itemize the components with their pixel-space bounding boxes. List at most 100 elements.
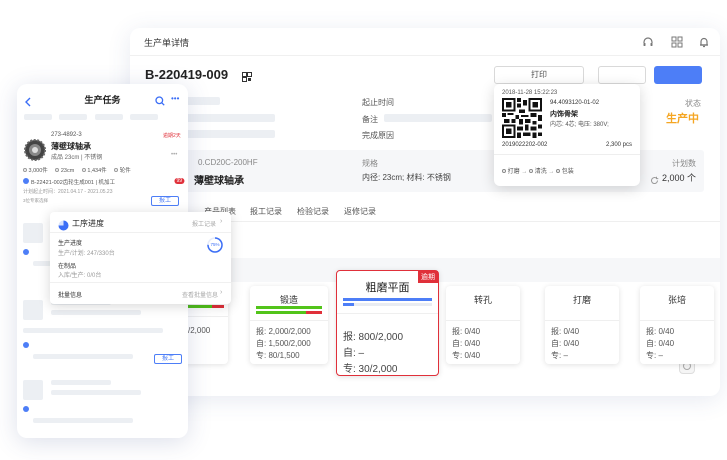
bell-icon[interactable]	[698, 35, 710, 48]
progress-percent: 75%	[210, 242, 220, 247]
task-more-icon[interactable]: •••	[171, 152, 177, 158]
grid-icon[interactable]	[671, 35, 683, 48]
task-sub: 成品 23cm | 不锈钢	[51, 155, 103, 161]
step-card[interactable]: 锻造 报: 2,000/2,000 自: 1,500/2,000 专: 80/1…	[250, 286, 328, 364]
step-progress-red	[212, 305, 224, 308]
step-line: 报: 0/40	[646, 327, 675, 336]
step-name: 张培	[667, 295, 686, 305]
step-progress-bar	[343, 298, 432, 301]
task-overdue: 逾期2天	[163, 133, 181, 139]
list-item[interactable]: 报工	[21, 294, 184, 364]
step-line: 自: 0/40	[551, 339, 580, 348]
qr-code-number: 94.4093120-01-02	[550, 100, 600, 106]
step-card-active[interactable]: 逾期 粗磨平面 报: 800/2,000 自: – 专: 30/2,000	[336, 270, 439, 376]
task-name: 薄壁球轴承	[51, 142, 91, 151]
step-name: 打磨	[572, 295, 591, 305]
window-header: 生产单详情	[130, 28, 720, 56]
tab-inspections[interactable]: 检验记录	[297, 206, 329, 217]
qr-title: 内饰骨架	[550, 111, 578, 118]
bearing-gear-icon	[23, 138, 47, 162]
step-name: 粗磨平面	[365, 282, 410, 294]
primary-button[interactable]	[654, 66, 702, 84]
more-icon[interactable]: •••	[171, 95, 179, 103]
product-code: 0.CD20C-200HF	[198, 158, 258, 167]
wip-value: 入库/生产: 0/0台	[58, 273, 102, 279]
step-line: /2,000	[188, 326, 211, 335]
finish-reason-label: 完成原因	[362, 131, 394, 140]
report-button[interactable]: 报工	[151, 196, 179, 206]
step-line: 专: 0/40	[452, 351, 481, 360]
order-dot-icon	[23, 178, 29, 184]
tab-reports[interactable]: 报工记录	[250, 206, 282, 217]
qr-datetime: 2018-11-28 15:22:23	[502, 90, 558, 96]
qrcode-icon[interactable]	[242, 69, 252, 82]
task-extra: 3位专家选择	[23, 198, 49, 203]
step-name: 转孔	[473, 295, 492, 305]
step-card[interactable]: 打磨 报: 0/40 自: 0/40 专: –	[545, 286, 619, 364]
headset-icon[interactable]	[642, 35, 654, 47]
qr-qty: 2,300 pcs	[606, 142, 633, 148]
secondary-button[interactable]	[598, 66, 646, 84]
qr-flow: 打磨 → 清洗 → 包装	[502, 166, 574, 176]
qr-label-popup: 2018-11-28 15:22:23 94.4093120-01-02 内饰骨…	[494, 84, 640, 186]
dot-icon	[23, 249, 29, 255]
step-line: 自: –	[343, 348, 365, 359]
product-name: 薄壁球轴承	[194, 176, 244, 187]
task-date-line: 计划起止时间：2021.04.17 - 2021.05.23	[23, 189, 113, 195]
qrcode-image	[502, 98, 542, 138]
report-record-link[interactable]: 报工记录	[192, 219, 216, 228]
step-card[interactable]: 张培 报: 0/40 自: 0/40 专: –	[640, 286, 714, 364]
status-value: 生产中	[666, 113, 699, 125]
step-line: 自: 0/40	[452, 339, 481, 348]
step-line: 专: 80/1,500	[256, 351, 300, 360]
plan-value: 2,000 个	[662, 173, 697, 183]
qr-spec: 内芯: 4芯; 电压: 380V;	[550, 122, 609, 128]
step-name: 锻造	[279, 295, 298, 305]
step-line: 报: 0/40	[452, 327, 481, 336]
task-order-line: B-22421-002齿轮生成001 | 机加工	[31, 180, 115, 186]
step-card[interactable]: 转孔 报: 0/40 自: 0/40 专: 0/40	[446, 286, 520, 364]
prod-value: 生产/计划: 247/330台	[58, 251, 115, 257]
tab-repairs[interactable]: 返修记录	[344, 206, 376, 217]
task-code: 273-4892-3	[51, 132, 82, 138]
popup-title: 工序进度	[72, 219, 104, 228]
remark-label: 备注	[362, 115, 378, 124]
search-icon[interactable]	[155, 93, 165, 106]
list-item[interactable]	[21, 374, 184, 434]
step-line: 专: –	[646, 351, 663, 360]
step-line: 报: 0/40	[551, 327, 580, 336]
chevron-right-icon: ›	[220, 218, 223, 225]
task-card[interactable]: 273-4892-3 逾期2天 薄壁球轴承 成品 23cm | 不锈钢 ••• …	[21, 128, 184, 210]
process-progress-popup: 工序进度 报工记录 › 生产进度 生产/计划: 247/330台 75% 在制品…	[50, 212, 231, 304]
flow-step: 打磨	[507, 169, 520, 175]
dot-icon	[23, 406, 29, 412]
order-number: B-220419-009	[145, 67, 229, 82]
status-label: 状态	[685, 99, 701, 108]
report-button[interactable]: 报工	[154, 354, 182, 364]
window-title: 生产单详情	[144, 38, 190, 48]
prod-label: 生产进度	[58, 241, 83, 247]
batch-link[interactable]: 查看批量信息	[182, 290, 218, 299]
step-progress-fill	[343, 303, 354, 306]
flow-step: 清洗	[534, 169, 547, 175]
refresh-icon	[650, 172, 659, 184]
end-time-label: 起止时间	[362, 98, 394, 107]
flow-step: 包装	[561, 169, 574, 175]
pie-chart-icon	[58, 218, 69, 231]
step-line: 专: –	[551, 351, 568, 360]
plan-label: 计划数	[672, 159, 696, 168]
qr-serial: 2019022202-002	[502, 142, 548, 148]
print-button[interactable]: 打印	[494, 66, 584, 84]
step-line: 报: 2,000/2,000	[256, 327, 311, 336]
step-line: 自: 1,500/2,000	[256, 339, 311, 348]
task-badge: 99	[174, 178, 184, 184]
step-line: 专: 30/2,000	[343, 364, 398, 375]
task-stats: 3,000件 23cm 1,434件 轮件	[23, 166, 131, 174]
wip-label: 在制品	[58, 264, 77, 270]
step-line: 自: 0/40	[646, 339, 675, 348]
placeholder-bar	[384, 114, 492, 122]
spec-label: 规格	[362, 159, 378, 168]
step-line: 报: 800/2,000	[343, 332, 404, 343]
dot-icon	[23, 342, 29, 348]
spec-value: 内径: 23cm; 材料: 不锈钢	[362, 173, 451, 182]
